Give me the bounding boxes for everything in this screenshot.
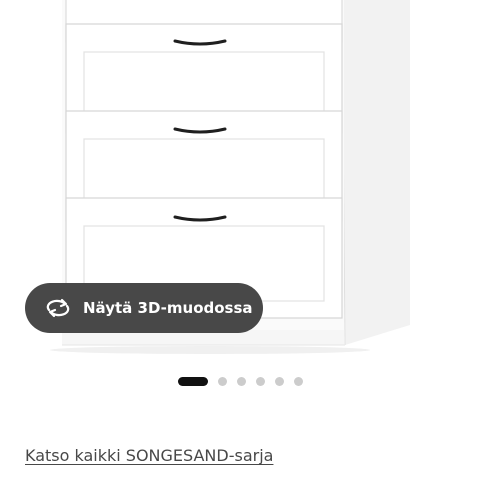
- product-page: Näytä 3D-muodossa Katso kaikki SONGESAND…: [0, 0, 480, 480]
- view-3d-label: Näytä 3D-muodossa: [83, 299, 253, 317]
- carousel-dot-5[interactable]: [274, 376, 284, 386]
- carousel-dot-2[interactable]: [217, 376, 227, 386]
- carousel-pagination: [0, 376, 480, 386]
- carousel-dot-1[interactable]: [177, 376, 208, 386]
- rotate-arrows-icon: [45, 295, 71, 321]
- carousel-dot-3[interactable]: [236, 376, 246, 386]
- dresser-side-panel: [342, 0, 410, 345]
- carousel-dot-4[interactable]: [255, 376, 265, 386]
- view-3d-button[interactable]: Näytä 3D-muodossa: [25, 283, 263, 333]
- carousel-dot-6[interactable]: [293, 376, 303, 386]
- series-link[interactable]: Katso kaikki SONGESAND-sarja: [25, 446, 273, 465]
